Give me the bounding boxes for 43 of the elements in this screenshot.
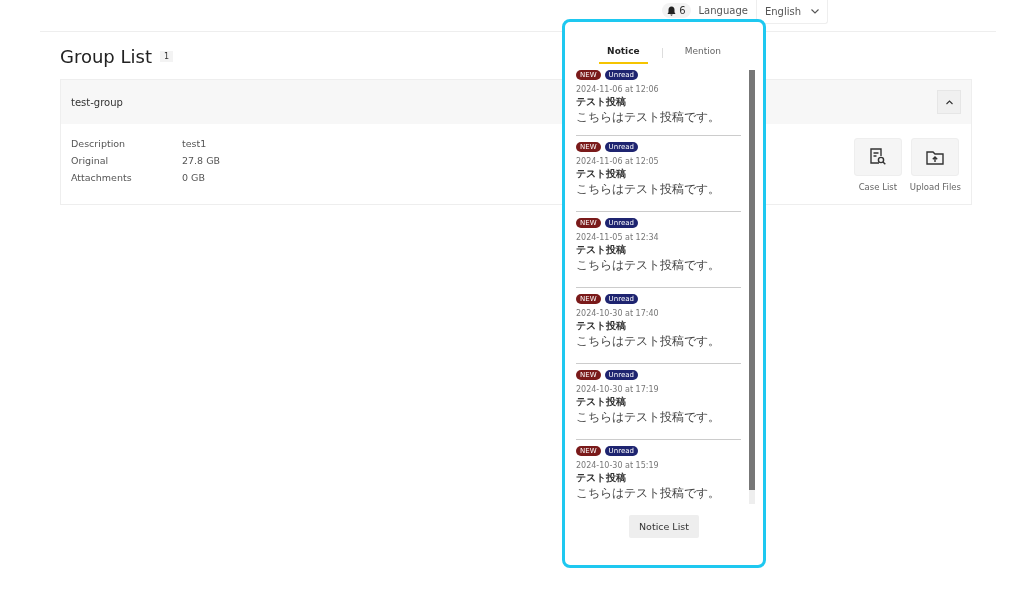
case-list-button[interactable] xyxy=(853,138,902,176)
bell-icon xyxy=(667,5,677,16)
upload-files-button[interactable] xyxy=(911,138,960,176)
notice-title: テスト投稿 xyxy=(576,319,627,333)
scrollbar[interactable] xyxy=(749,70,755,504)
notice-list-button[interactable]: Notice List xyxy=(629,515,699,538)
notice-title: テスト投稿 xyxy=(576,95,627,109)
language-dropdown[interactable]: English xyxy=(755,0,828,24)
notice-body: こちらはテスト投稿です。 xyxy=(576,182,721,196)
folder-upload-icon xyxy=(926,149,945,165)
notice-date: 2024-10-30 at 17:19 xyxy=(576,385,660,394)
notice-body: こちらはテスト投稿です。 xyxy=(576,334,721,348)
field-value: test1 xyxy=(182,138,208,149)
notice-body: こちらはテスト投稿です。 xyxy=(576,486,721,500)
notice-title: テスト投稿 xyxy=(576,395,627,409)
document-search-icon xyxy=(869,148,887,166)
notice-body: こちらはテスト投稿です。 xyxy=(576,110,721,124)
panel-tab[interactable]: Mention xyxy=(676,42,729,64)
field-value: 27.8 GB xyxy=(182,155,221,166)
chevron-icon xyxy=(945,99,953,105)
notice-date: 2024-11-06 at 12:06 xyxy=(576,85,660,94)
notice-date: 2024-11-05 at 12:34 xyxy=(576,233,660,242)
field-value: 0 GB xyxy=(182,172,206,183)
field-label: Original xyxy=(71,155,110,166)
action-label: Case List xyxy=(858,182,898,192)
notice-date: 2024-10-30 at 15:19 xyxy=(576,461,660,470)
notice-title: テスト投稿 xyxy=(576,167,627,181)
group-name: test-group xyxy=(71,96,123,108)
field-label: Attachments xyxy=(71,172,133,183)
notice-title: テスト投稿 xyxy=(576,471,627,485)
group-count: 1 xyxy=(160,51,174,62)
notice-date: 2024-11-06 at 12:05 xyxy=(576,157,660,166)
notice-body: こちらはテスト投稿です。 xyxy=(576,258,721,272)
language-label: Language xyxy=(698,5,748,17)
notification-button[interactable]: 6 xyxy=(662,3,691,18)
chevron-down-icon xyxy=(811,9,819,14)
panel-tab[interactable]: Notice xyxy=(599,42,648,64)
action-label: Upload Files xyxy=(909,182,961,192)
notice-title: テスト投稿 xyxy=(576,243,627,257)
notice-date: 2024-10-30 at 17:40 xyxy=(576,309,660,318)
field-label: Description xyxy=(71,138,127,149)
page-title: Group List xyxy=(60,46,152,67)
notice-body: こちらはテスト投稿です。 xyxy=(576,410,721,424)
